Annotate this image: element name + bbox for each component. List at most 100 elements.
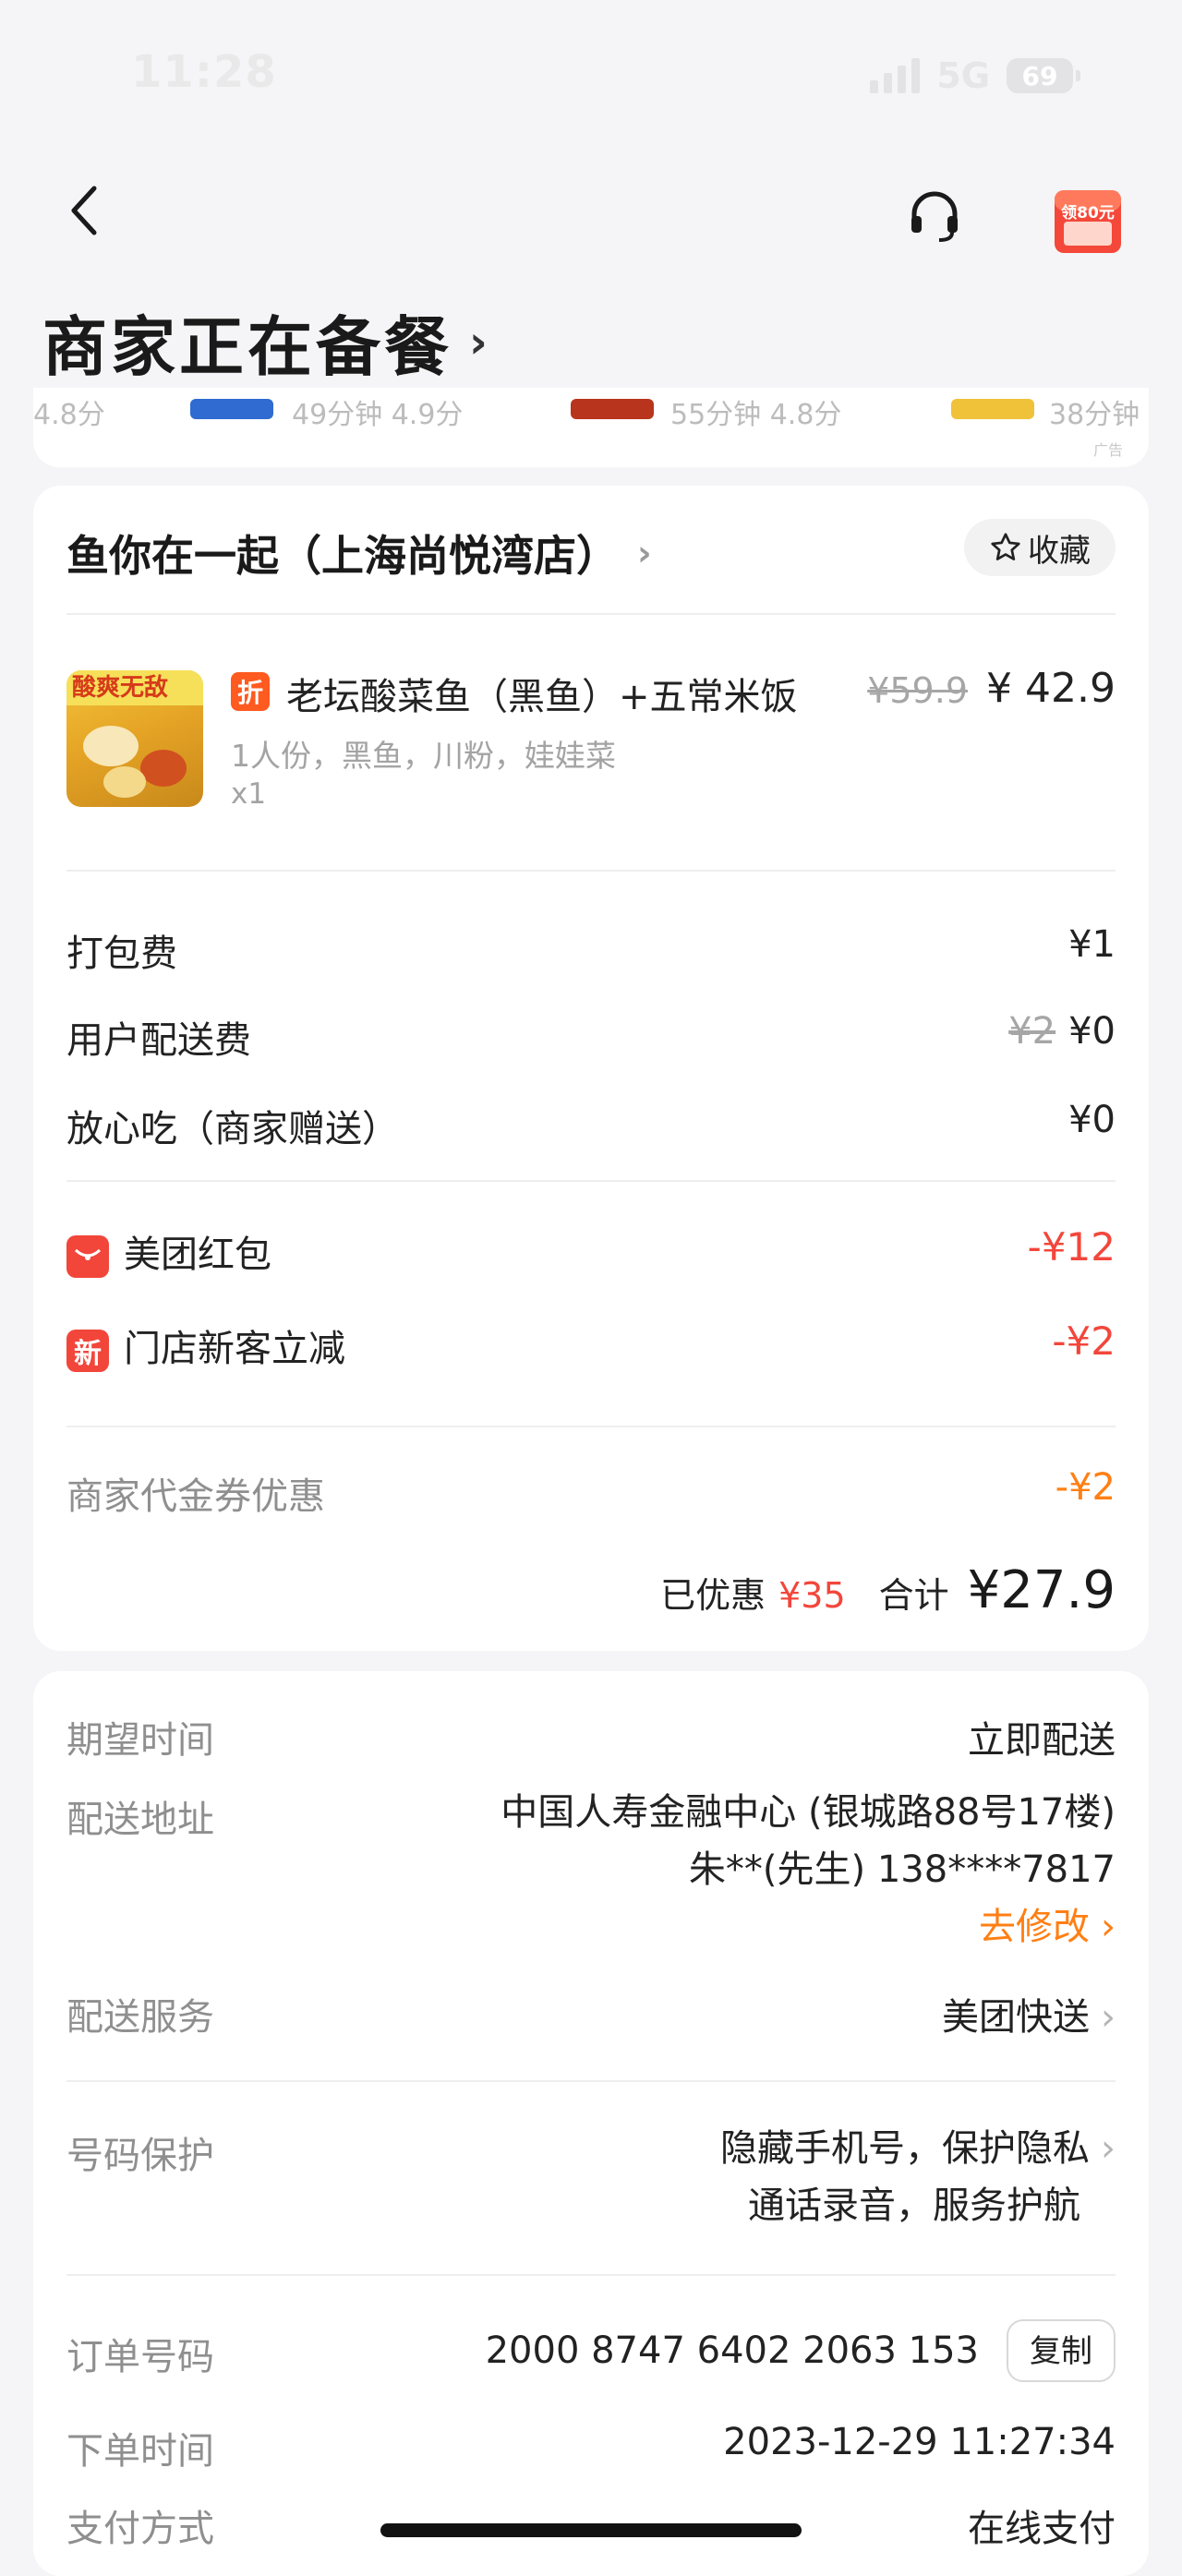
discount-label: 美团红包 [124,1234,271,1276]
privacy-value: 隐藏手机号，保护隐私 › 通话录音，服务护航 [720,2120,1116,2234]
address-row: 配送地址 中国人寿金融中心 (银城路88号17楼) 朱**(先生) 138***… [66,1789,1116,1956]
delivery-service-value-group: 美团快送 › [942,1987,1116,2040]
privacy-row[interactable]: 号码保护 隐藏手机号，保护隐私 › 通话录音，服务护航 [66,2125,1116,2234]
ad-item-4: 38分钟 [1049,399,1140,431]
divider [66,1180,1116,1182]
dish-image-detail [83,726,139,766]
dish-image[interactable]: 酸爽无敌 [66,670,203,807]
red-packet-icon [66,1235,109,1278]
chevron-right-icon: › [1101,1906,1116,1948]
fee-value: ¥0 [1068,1099,1116,1141]
payment-value: 在线支付 [968,2508,1116,2550]
ad-thumb-2 [571,399,654,419]
chevron-right-icon: › [637,533,652,573]
signal-icon [870,58,921,93]
back-arrow-icon[interactable] [66,183,103,238]
red-packet-glyph [74,1248,102,1260]
chevron-right-icon: › [469,316,491,368]
expected-time-label: 期望时间 [66,1719,214,1762]
discount-badge: 折 [231,672,270,711]
discount-row-redpacket: 美团红包 -¥12 [66,1224,1116,1278]
ad-thumb-3 [951,399,1034,419]
total-label: 合计 [878,1575,949,1616]
address-value: 中国人寿金融中心 (银城路88号17楼) 朱**(先生) 138****7817… [501,1784,1116,1956]
discount-value: -¥2 [1052,1318,1116,1364]
divider [66,2274,1116,2276]
star-icon [991,533,1020,560]
promo-badge-text: 领80元 [1061,204,1115,223]
saved-label: 已优惠 [660,1575,766,1616]
network-label: 5G [936,55,990,96]
order-number-label: 订单号码 [66,2336,214,2378]
voucher-label: 商家代金券优惠 [66,1475,325,1518]
divider [66,870,1116,872]
order-status-title: 商家正在备餐 [42,309,452,385]
voucher-row: 商家代金券优惠 -¥2 [66,1466,1116,1520]
fee-label: 用户配送费 [66,1019,251,1062]
home-indicator[interactable] [380,2523,802,2537]
modify-address-label: 去修改 [979,1906,1090,1948]
ad-item-3: 55分钟 4.8分 [670,399,842,431]
ad-tag: 广告 [1092,441,1123,459]
page-title[interactable]: 商家正在备餐 › [42,295,491,389]
order-time-label: 下单时间 [66,2430,214,2473]
headset-icon[interactable] [907,188,962,244]
voucher-value: -¥2 [1055,1466,1116,1509]
status-indicators: 5G 69 [870,55,1080,96]
favorite-button[interactable]: 收藏 [964,519,1116,576]
fee-row-packaging: 打包费 ¥1 [66,923,1116,977]
dish-image-detail [140,750,187,787]
expected-time-value: 立即配送 [968,1719,1116,1762]
payment-label: 支付方式 [66,2508,214,2550]
divider [66,1426,1116,1427]
copy-button[interactable]: 复制 [1007,2319,1116,2382]
delivery-service-label: 配送服务 [66,1996,214,2039]
total-amount: ¥27.9 [967,1560,1116,1620]
privacy-label: 号码保护 [66,2135,214,2177]
store-name-link[interactable]: 鱼你在一起（上海尚悦湾店） › [66,523,652,584]
dish-image-text: 酸爽无敌 [66,670,203,705]
privacy-line-2: 通话录音，服务护航 [748,2185,1080,2227]
address-label: 配送地址 [66,1799,214,1841]
order-time-value: 2023-12-29 11:27:34 [723,2421,1116,2463]
discount-row-new-customer: 新门店新客立减 -¥2 [66,1318,1116,1372]
discount-value: -¥12 [1027,1224,1116,1270]
dish-name: 老坛酸菜鱼（黑鱼）+五常米饭 [286,676,798,718]
expected-time-row: 期望时间 立即配送 [66,1710,1116,1763]
dish-quantity: x1 [231,777,267,811]
discount-label-group: 新门店新客立减 [66,1318,345,1372]
ad-thumb-1 [190,399,273,419]
fee-row-assurance: 放心吃（商家赠送） ¥0 [66,1099,1116,1152]
new-customer-icon: 新 [66,1330,109,1372]
address-line: 中国人寿金融中心 (银城路88号17楼) [501,1791,1116,1834]
discount-label: 门店新客立减 [124,1328,345,1370]
fee-label: 打包费 [66,933,177,975]
modify-address-link[interactable]: 去修改 › [501,1898,1116,1956]
fee-row-delivery: 用户配送费 ¥2 ¥0 [66,1010,1116,1064]
status-time: 11:28 [131,46,277,98]
recommendation-strip[interactable]: 4.8分 49分钟 4.9分 55分钟 4.8分 38分钟 广告 [33,388,1149,467]
divider [66,2080,1116,2082]
privacy-line: 隐藏手机号，保护隐私 › [720,2120,1116,2177]
dish-spec: 1人份，黑鱼，川粉，娃娃菜 [231,738,616,774]
order-number-row: 订单号码 2000 8747 6402 2063 153 复制 [66,2319,1116,2382]
privacy-line-1: 隐藏手机号，保护隐私 [720,2127,1090,2170]
fee-value-group: ¥2 ¥0 [1008,1010,1116,1053]
chevron-right-icon: › [1101,1996,1116,2039]
fee-original-value: ¥2 [1008,1010,1056,1053]
order-number-group: 2000 8747 6402 2063 153 复制 [486,2319,1116,2382]
contact-line: 朱**(先生) 138****7817 [688,1848,1116,1891]
order-total: 已优惠 ¥35 合计 ¥27.9 [660,1560,1116,1620]
discount-label-group: 美团红包 [66,1224,271,1278]
fee-value: ¥0 [1068,1010,1116,1053]
delivery-service-row[interactable]: 配送服务 美团快送 › [66,1987,1116,2040]
dish-original-price: ¥59.9 [867,670,968,711]
ad-item-2: 49分钟 4.9分 [292,399,464,431]
fee-value: ¥1 [1068,923,1116,966]
ad-item-1: 4.8分 [33,399,105,431]
favorite-label: 收藏 [1028,532,1091,570]
order-number-value: 2000 8747 6402 2063 153 [485,2329,979,2372]
dish-image-detail [103,766,146,798]
chevron-right-icon: › [1101,2127,1116,2170]
coupon-promo-icon[interactable]: 领80元 [1051,177,1125,257]
